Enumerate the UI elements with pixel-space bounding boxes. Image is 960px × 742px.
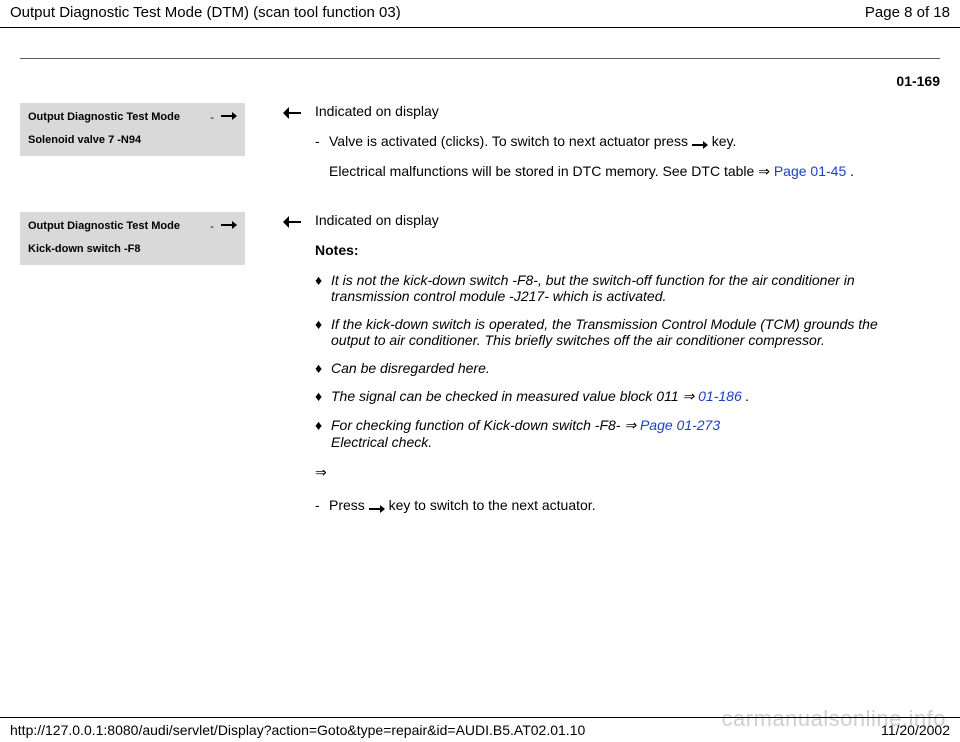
dtc-paragraph: Electrical malfunctions will be stored i… — [329, 163, 920, 180]
valve-bullet-text: Valve is activated (clicks). To switch t… — [329, 133, 920, 149]
notes-list: ♦ It is not the kick-down switch -F8-, b… — [315, 272, 920, 450]
display-line1: Output Diagnostic Test Mode — [28, 111, 180, 123]
double-arrow-icon: ⇒ — [315, 464, 920, 481]
note-post: . — [742, 388, 750, 404]
press-post: key to switch to the next actuator. — [389, 497, 596, 513]
note-item: ♦ For checking function of Kick-down swi… — [315, 417, 920, 450]
note-post2: Electrical check. — [331, 434, 432, 450]
note-item: ♦ The signal can be checked in measured … — [315, 388, 920, 405]
display-box-kickdown: Output Diagnostic Test Mode - Kick-down … — [20, 212, 245, 265]
bullet-icon: ♦ — [315, 417, 331, 433]
section-indicator-icon — [245, 212, 315, 233]
section-solenoid-valve: Output Diagnostic Test Mode - Solenoid v… — [20, 103, 940, 194]
section-kickdown: Output Diagnostic Test Mode - Kick-down … — [20, 212, 940, 527]
link-page-01-273[interactable]: Page 01-273 — [640, 417, 720, 433]
display-line1-row: Output Diagnostic Test Mode - — [28, 111, 237, 124]
display-arrow-group: - — [210, 220, 237, 233]
dtc-para-post: . — [850, 163, 854, 179]
footer-date: 11/20/2002 — [881, 722, 950, 738]
note-text: The signal can be checked in measured va… — [331, 388, 920, 405]
display-box-solenoid: Output Diagnostic Test Mode - Solenoid v… — [20, 103, 245, 156]
page-code: 01-169 — [20, 73, 940, 89]
section-body: Indicated on display - Valve is activate… — [315, 103, 940, 194]
note-text: Can be disregarded here. — [331, 360, 920, 376]
indicated-heading: Indicated on display — [315, 103, 920, 119]
bullet-icon: ♦ — [315, 316, 331, 332]
press-pre: Press — [329, 497, 365, 513]
page-footer: http://127.0.0.1:8080/audi/servlet/Displ… — [0, 717, 960, 738]
dash-icon: - — [210, 221, 214, 233]
page-header: Output Diagnostic Test Mode (DTM) (scan … — [0, 0, 960, 28]
header-page-label: Page 8 of 18 — [865, 4, 950, 21]
bullet-icon: ♦ — [315, 272, 331, 288]
display-line2: Kick-down switch -F8 — [28, 243, 237, 255]
indicated-heading: Indicated on display — [315, 212, 920, 228]
display-line1-row: Output Diagnostic Test Mode - — [28, 220, 237, 233]
link-01-186[interactable]: 01-186 — [698, 388, 742, 404]
dash-icon: - — [315, 497, 329, 513]
section-indicator-icon — [245, 103, 315, 124]
page-content: 01-169 Output Diagnostic Test Mode - Sol… — [0, 28, 960, 527]
bullet-icon: ♦ — [315, 388, 331, 404]
top-divider — [20, 58, 940, 59]
dash-icon: - — [315, 133, 329, 149]
press-key-line: - Press key to switch to the next actuat… — [315, 497, 920, 513]
valve-bullet-post: key. — [712, 133, 737, 149]
bullet-icon: ♦ — [315, 360, 331, 376]
display-line1: Output Diagnostic Test Mode — [28, 220, 180, 232]
arrow-right-icon — [221, 220, 237, 230]
notes-label: Notes: — [315, 242, 920, 258]
note-pre: For checking function of Kick-down switc… — [331, 417, 636, 433]
valve-bullet-pre: Valve is activated (clicks). To switch t… — [329, 133, 688, 149]
valve-bullet: - Valve is activated (clicks). To switch… — [315, 133, 920, 149]
note-item: ♦ It is not the kick-down switch -F8-, b… — [315, 272, 920, 304]
note-text: For checking function of Kick-down switc… — [331, 417, 920, 450]
section-body: Indicated on display Notes: ♦ It is not … — [315, 212, 940, 527]
note-item: ♦ If the kick-down switch is operated, t… — [315, 316, 920, 348]
display-arrow-group: - — [210, 111, 237, 124]
arrow-right-icon — [221, 111, 237, 121]
arrow-right-icon — [369, 501, 385, 511]
note-item: ♦ Can be disregarded here. — [315, 360, 920, 376]
display-line2: Solenoid valve 7 -N94 — [28, 134, 237, 146]
footer-url: http://127.0.0.1:8080/audi/servlet/Displ… — [10, 722, 585, 738]
note-text: It is not the kick-down switch -F8-, but… — [331, 272, 920, 304]
arrow-right-icon — [692, 137, 708, 147]
press-key-text: Press key to switch to the next actuator… — [329, 497, 920, 513]
note-pre: The signal can be checked in measured va… — [331, 388, 694, 404]
link-page-01-45[interactable]: Page 01-45 — [774, 163, 846, 179]
dtc-para-pre: Electrical malfunctions will be stored i… — [329, 163, 754, 179]
note-text: If the kick-down switch is operated, the… — [331, 316, 920, 348]
header-title: Output Diagnostic Test Mode (DTM) (scan … — [10, 4, 401, 21]
dash-icon: - — [210, 112, 214, 124]
